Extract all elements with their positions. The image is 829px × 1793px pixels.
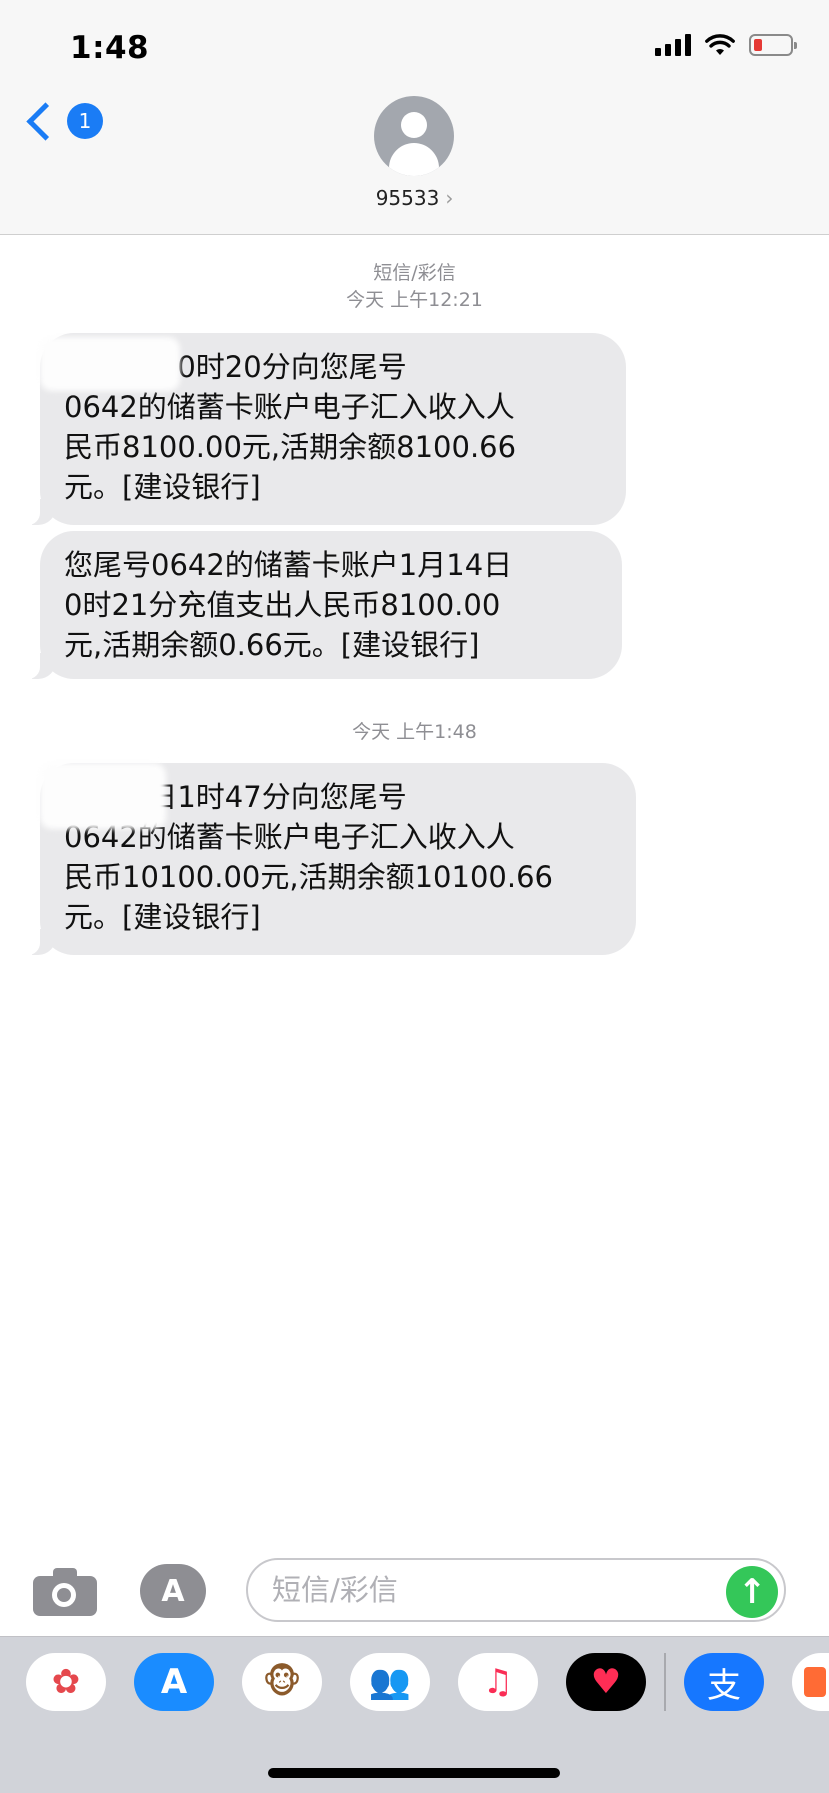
message-input-placeholder: 短信/彩信 (272, 1573, 398, 1607)
drawer-app[interactable]: A (134, 1653, 214, 1711)
chevron-right-icon: › (445, 186, 454, 210)
send-button[interactable]: ↑ (726, 1566, 778, 1618)
contact-name[interactable]: 95533 › (0, 186, 829, 210)
alipay-icon: 支 (707, 1665, 741, 1706)
timestamp-label: 今天 上午1:48 (352, 721, 477, 743)
back-chevron-icon (26, 101, 65, 141)
music-icon: ♫ (482, 1662, 514, 1702)
digital-touch-icon: ♥ (590, 1662, 622, 1702)
partial-app-icon (803, 1667, 826, 1697)
status-time: 1:48 (70, 30, 150, 66)
contact-number[interactable]: 95533 (376, 186, 440, 210)
drawer-app[interactable]: ♫ (458, 1653, 538, 1711)
camera-button[interactable] (33, 1568, 97, 1616)
arrow-up-icon: ↑ (737, 1572, 767, 1612)
compose-bar: A 短信/彩信 ↑ (0, 1546, 829, 1636)
drawer-app[interactable]: ✿ (26, 1653, 106, 1711)
app-store-button[interactable]: A (140, 1564, 206, 1618)
app-store-glyph-icon: A (161, 1573, 185, 1609)
unread-badge: 1 (67, 103, 103, 139)
battery-level (754, 39, 762, 51)
drawer-app[interactable] (792, 1653, 829, 1711)
drawer-app[interactable]: 🐵 (242, 1653, 322, 1711)
drawer-app[interactable]: 👥 (350, 1653, 430, 1711)
cellular-signal-icon (655, 34, 691, 56)
back-button[interactable]: 1 (22, 101, 103, 141)
timestamp-label: 今天 上午12:21 (346, 289, 483, 311)
conversation-header: 1:48 1 95533 › (0, 0, 829, 235)
message-bubble[interactable]: 您尾号0642的储蓄卡账户1月14日 0时21分充值支出人民币8100.00 元… (26, 531, 622, 679)
memoji-icon: 👥 (368, 1662, 412, 1702)
contact-avatar[interactable] (374, 96, 454, 176)
redaction-patch (40, 337, 180, 391)
photos-icon: ✿ (51, 1662, 81, 1702)
app-store-icon: A (160, 1662, 188, 1702)
redaction-patch (40, 763, 166, 829)
message-input[interactable]: 短信/彩信 (246, 1558, 786, 1622)
drawer-app[interactable]: 支 (684, 1653, 764, 1711)
status-icons (655, 34, 797, 56)
wifi-icon (705, 34, 735, 55)
drawer-app[interactable]: ♥ (566, 1653, 646, 1711)
home-indicator[interactable] (268, 1768, 560, 1778)
animoji-monkey-icon: 🐵 (262, 1662, 302, 1702)
channel-label: 短信/彩信 (373, 262, 456, 284)
battery-icon (749, 34, 797, 56)
drawer-divider (664, 1653, 666, 1711)
